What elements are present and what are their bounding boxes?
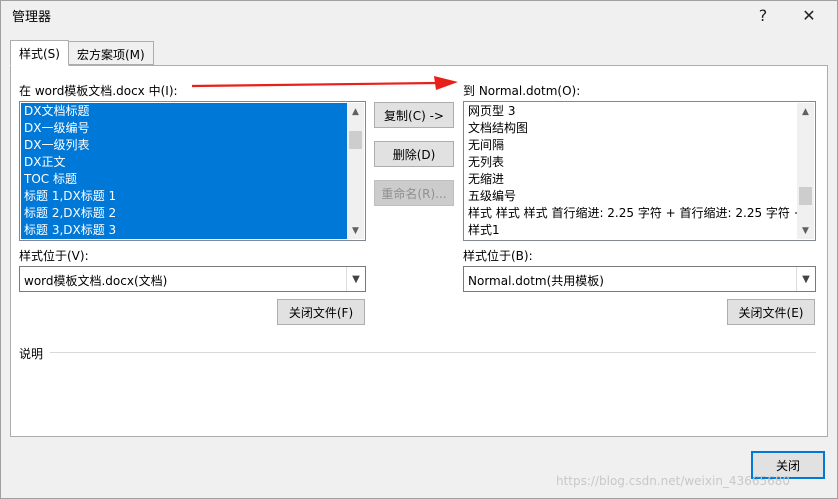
red-arrow-icon (191, 76, 458, 90)
target-location-label: 样式位于(B): (463, 249, 533, 263)
list-item[interactable]: 标题 3,DX标题 3 (21, 222, 348, 239)
list-item[interactable]: 五级编号 (465, 188, 798, 205)
list-item[interactable]: 样式 样式 样式 首行缩进: 2.25 字符 + 首行缩进: 2.25 字符 + (465, 205, 804, 222)
delete-button[interactable]: 删除(D) (374, 141, 454, 167)
target-location-value: Normal.dotm(共用模板) (468, 274, 604, 288)
target-scrollbar[interactable]: ▲ ▼ (797, 103, 814, 239)
source-location-select[interactable]: word模板文档.docx(文档) ▼ (19, 266, 366, 292)
list-item[interactable]: DX正文 (21, 154, 348, 171)
close-icon[interactable]: ✕ (790, 0, 828, 30)
target-label: 到 Normal.dotm(O): (463, 84, 581, 98)
source-location-label: 样式位于(V): (19, 249, 89, 263)
list-item[interactable]: 样式1 (465, 222, 798, 239)
list-item[interactable]: 无间隔 (465, 137, 798, 154)
copy-button[interactable]: 复制(C) -> (374, 102, 454, 128)
list-item[interactable]: DX一级编号 (21, 120, 348, 137)
scroll-up-icon[interactable]: ▲ (797, 103, 814, 120)
list-item[interactable]: 文档结构图 (465, 120, 798, 137)
scroll-up-icon[interactable]: ▲ (347, 103, 364, 120)
description-label: 说明 (19, 347, 44, 361)
chevron-down-icon[interactable]: ▼ (796, 267, 815, 291)
scroll-down-icon[interactable]: ▼ (347, 222, 364, 239)
target-style-list[interactable]: 网页型 3 文档结构图 无间隔 无列表 无缩进 五级编号 样式 样式 样式 首行… (463, 101, 816, 241)
description-divider (50, 352, 816, 353)
scroll-thumb[interactable] (349, 131, 362, 149)
source-style-list[interactable]: DX文档标题 DX一级编号 DX一级列表 DX正文 TOC 标题 标题 1,DX… (19, 101, 366, 241)
list-item[interactable]: 无列表 (465, 154, 798, 171)
scroll-down-icon[interactable]: ▼ (797, 222, 814, 239)
list-item[interactable]: 标题 2,DX标题 2 (21, 205, 348, 222)
source-location-value: word模板文档.docx(文档) (24, 274, 168, 288)
list-item[interactable]: 无缩进 (465, 171, 798, 188)
help-button[interactable]: ? (744, 0, 782, 30)
source-items: DX文档标题 DX一级编号 DX一级列表 DX正文 TOC 标题 标题 1,DX… (21, 103, 348, 239)
target-close-file-button[interactable]: 关闭文件(E) (727, 299, 815, 325)
target-location-select[interactable]: Normal.dotm(共用模板) ▼ (463, 266, 816, 292)
dialog-title: 管理器 (12, 10, 52, 25)
list-item[interactable]: DX一级列表 (21, 137, 348, 154)
source-label: 在 word模板文档.docx 中(I): (19, 84, 178, 98)
tab-styles[interactable]: 样式(S) (10, 40, 69, 66)
target-items: 网页型 3 文档结构图 无间隔 无列表 无缩进 五级编号 样式 样式 样式 首行… (465, 103, 804, 239)
scroll-thumb[interactable] (799, 187, 812, 205)
rename-button[interactable]: 重命名(R)... (374, 180, 454, 206)
list-item[interactable]: 标题 1,DX标题 1 (21, 188, 348, 205)
watermark-text: https://blog.csdn.net/weixin_43665680 (556, 474, 791, 488)
chevron-down-icon[interactable]: ▼ (346, 267, 365, 291)
list-item[interactable]: 网页型 3 (465, 103, 798, 120)
source-scrollbar[interactable]: ▲ ▼ (347, 103, 364, 239)
list-item[interactable]: TOC 标题 (21, 171, 348, 188)
source-close-file-button[interactable]: 关闭文件(F) (277, 299, 365, 325)
tab-macro-items[interactable]: 宏方案项(M) (68, 41, 154, 65)
list-item[interactable]: DX文档标题 (21, 103, 348, 120)
